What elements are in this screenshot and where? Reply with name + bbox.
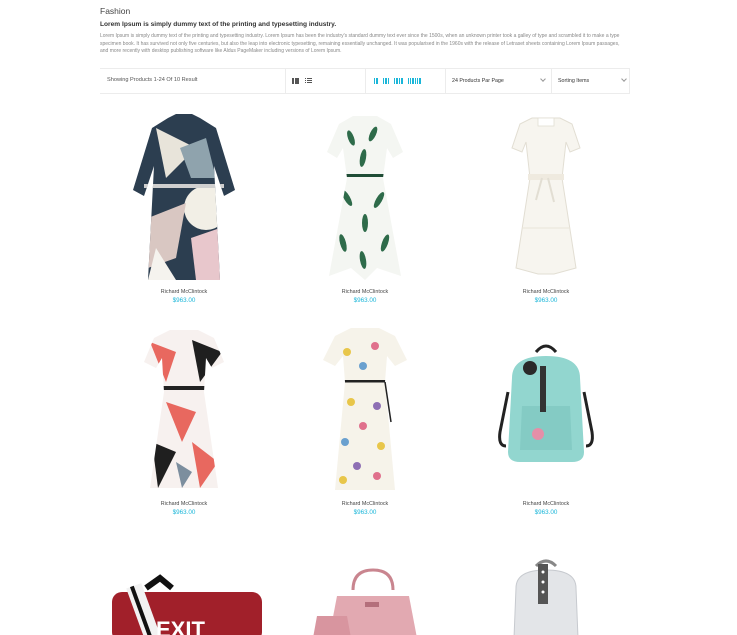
chevron-down-icon	[540, 76, 546, 82]
product-price: $963.00	[172, 297, 196, 304]
product-image[interactable]	[277, 548, 453, 635]
page-title: Fashion	[100, 6, 131, 16]
product-toolbar: Showing Products 1-24 Of 10 Result 24 Pr…	[100, 68, 630, 94]
product-name[interactable]: Richard McClintock	[96, 289, 272, 295]
category-subtitle: Lorem Ipsum is simply dummy text of the …	[100, 21, 337, 28]
sorting-select[interactable]: Sorting Items	[552, 69, 630, 93]
product-image[interactable]	[458, 322, 634, 497]
columns-3-button[interactable]	[382, 77, 389, 84]
columns-6-button[interactable]	[407, 77, 421, 84]
product-name[interactable]: Richard McClintock	[96, 501, 272, 507]
product-image[interactable]	[96, 322, 272, 497]
category-description: Lorem Ipsum is simply dummy text of the …	[100, 33, 620, 55]
divider	[365, 69, 366, 93]
product-price: $963.00	[534, 297, 558, 304]
per-page-value: 24 Products Par Page	[452, 77, 504, 84]
product-name[interactable]: Richard McClintock	[458, 289, 634, 295]
product-name[interactable]: Richard McClintock	[458, 501, 634, 507]
product-image[interactable]	[96, 108, 272, 283]
columns-2-button[interactable]	[374, 77, 378, 84]
product-price: $963.00	[534, 509, 558, 516]
grid-view-icon[interactable]	[292, 78, 299, 84]
columns-4-button[interactable]	[393, 77, 403, 84]
chevron-down-icon	[621, 76, 627, 82]
product-price: $963.00	[353, 509, 377, 516]
bag-print-text: EXIT	[156, 617, 205, 635]
per-page-select[interactable]: 24 Products Par Page	[446, 69, 550, 93]
divider	[285, 69, 286, 93]
divider	[629, 69, 630, 93]
product-image[interactable]	[458, 548, 634, 635]
column-selector	[374, 77, 426, 84]
result-count: Showing Products 1-24 Of 10 Result	[107, 77, 198, 83]
product-name[interactable]: Richard McClintock	[277, 289, 453, 295]
product-price: $963.00	[353, 297, 377, 304]
product-image[interactable]	[458, 108, 634, 283]
product-price: $963.00	[172, 509, 196, 516]
product-image[interactable]	[277, 108, 453, 283]
product-image[interactable]: EXIT	[96, 548, 272, 635]
product-image[interactable]	[277, 322, 453, 497]
list-view-icon[interactable]	[305, 78, 312, 84]
sorting-value: Sorting Items	[558, 77, 590, 84]
product-name[interactable]: Richard McClintock	[277, 501, 453, 507]
